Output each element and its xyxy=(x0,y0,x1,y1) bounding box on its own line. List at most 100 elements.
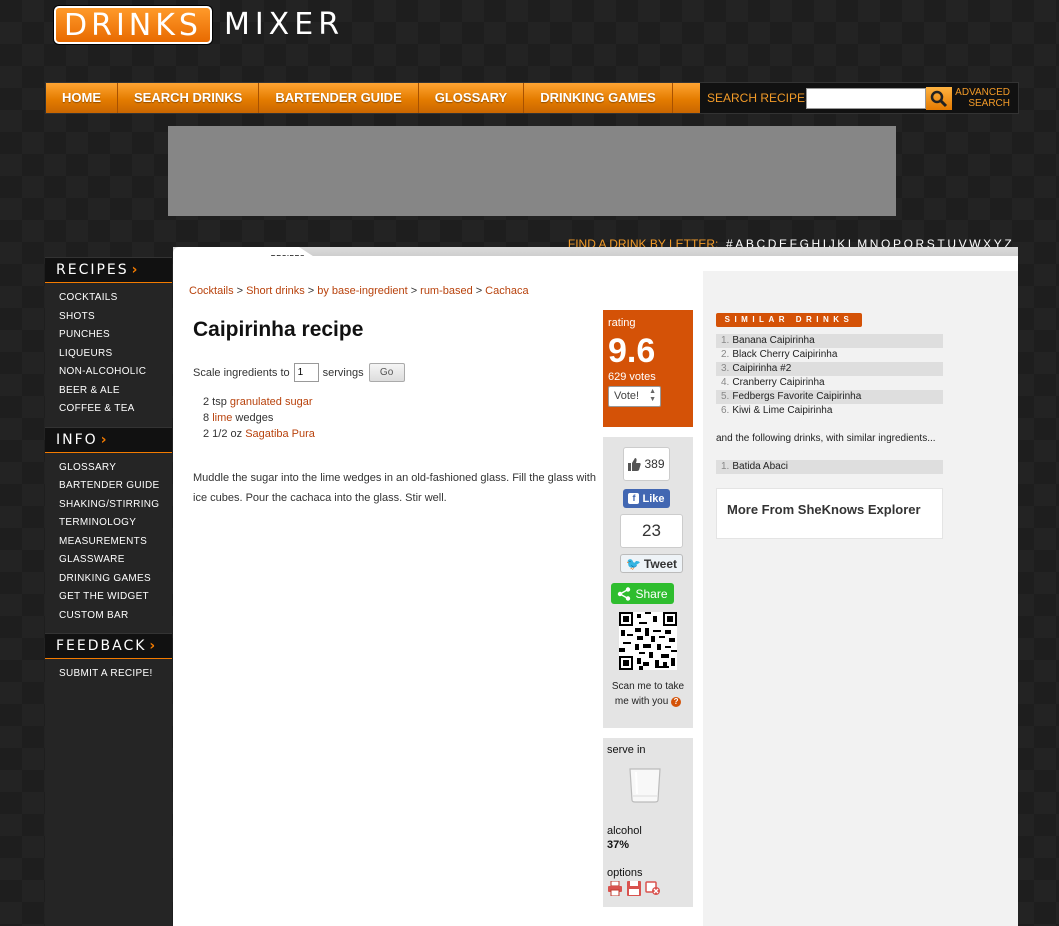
search-button[interactable] xyxy=(926,87,952,110)
ingredient-link[interactable]: Sagatiba Pura xyxy=(245,428,315,440)
facebook-like-button[interactable]: f Like xyxy=(623,489,670,508)
options-label: options xyxy=(607,867,643,879)
sidebar-item-shaking-stirring[interactable]: SHAKING/STIRRING xyxy=(59,496,172,515)
vote-count: 629 votes xyxy=(608,371,656,383)
options: options xyxy=(607,867,661,896)
sidebar-item-non-alcoholic[interactable]: NON-ALCOHOLIC xyxy=(59,363,172,382)
scale-suffix: servings xyxy=(322,366,364,379)
list-item[interactable]: 4. Cranberry Caipirinha xyxy=(716,376,943,390)
sidebar-item-terminology[interactable]: TERMINOLOGY xyxy=(59,514,172,533)
list-item[interactable]: 2. Black Cherry Caipirinha xyxy=(716,348,943,362)
print-icon[interactable] xyxy=(607,881,623,896)
logo-mixer: MIXER xyxy=(223,7,345,42)
serve-in-label: serve in xyxy=(607,744,646,756)
breadcrumb: Cocktails > Short drinks > by base-ingredien… xyxy=(189,285,529,297)
nav-item-glossary[interactable]: GLOSSARY xyxy=(419,83,525,113)
list-item[interactable]: 1. Banana Caipirinha xyxy=(716,334,943,348)
advanced-line2: SEARCH xyxy=(968,98,1010,109)
share-button[interactable]: Share xyxy=(611,583,674,604)
sidebar-item-glossary[interactable]: GLOSSARY xyxy=(59,459,172,478)
list-item[interactable]: 1. Batida Abaci xyxy=(716,460,943,474)
list-item-label: Banana Caipirinha xyxy=(732,335,815,346)
sidebar-item-coffee-tea[interactable]: COFFEE & TEA xyxy=(59,400,172,419)
sidebar-item-drinking-games[interactable]: DRINKING GAMES xyxy=(59,570,172,589)
save-icon[interactable] xyxy=(626,881,642,896)
list-item-number: 5. xyxy=(721,391,730,402)
serve-box: serve in alcohol 37% options xyxy=(603,738,693,907)
sidebar-heading-label: FEEDBACK xyxy=(56,638,147,654)
thumbs-up-icon xyxy=(628,457,642,471)
more-from-sheknows: More From SheKnows Explorer xyxy=(716,488,943,539)
logo-drinks: DRINKS xyxy=(54,6,212,44)
similar-drinks-heading: SIMILAR DRINKS xyxy=(716,313,862,327)
breadcrumb-base-ingredient[interactable]: by base-ingredient xyxy=(317,285,408,297)
ingredient-suffix: wedges xyxy=(235,412,274,424)
ingredient-amount: 2 1/2 oz xyxy=(203,428,243,440)
sidebar-list-recipes: COCKTAILS SHOTS PUNCHES LIQUEURS NON-ALCOHOL… xyxy=(45,283,172,427)
list-item-number: 3. xyxy=(721,363,730,374)
site-logo[interactable]: DRINKS MIXER xyxy=(54,6,344,44)
breadcrumb-cachaca[interactable]: Cachaca xyxy=(485,285,528,297)
twitter-bird-icon: 🐦 xyxy=(625,556,641,571)
sidebar: RECIPES › COCKTAILS SHOTS PUNCHES LIQUEURS NO… xyxy=(45,257,172,926)
tweet-label: Tweet xyxy=(643,556,678,571)
vote-select[interactable]: Vote! ▲ ▼ xyxy=(608,386,661,407)
sidebar-list-feedback: SUBMIT A RECIPE! xyxy=(45,659,172,692)
share-label: Share xyxy=(635,586,668,601)
nav-item-search-drinks[interactable]: SEARCH DRINKS xyxy=(118,83,260,113)
nav-item-bartender-guide[interactable]: BARTENDER GUIDE xyxy=(259,83,419,113)
list-item[interactable]: 3. Caipirinha #2 xyxy=(716,362,943,376)
similar-ingredients-note: and the following drinks, with similar i… xyxy=(716,433,936,444)
search-input[interactable] xyxy=(806,88,926,109)
sidebar-item-glassware[interactable]: GLASSWARE xyxy=(59,551,172,570)
sidebar-item-punches[interactable]: PUNCHES xyxy=(59,326,172,345)
tweet-count: 23 xyxy=(620,514,683,548)
qr-code-icon[interactable] xyxy=(619,612,677,670)
ingredient-link[interactable]: granulated sugar xyxy=(230,396,313,408)
similar-drinks-list: 1. Banana Caipirinha 2. Black Cherry Caipir… xyxy=(716,334,943,418)
sidebar-heading-label: RECIPES xyxy=(56,262,129,278)
nav-item-drinking-games[interactable]: DRINKING GAMES xyxy=(524,83,673,113)
sidebar-item-custom-bar[interactable]: CUSTOM BAR xyxy=(59,607,172,626)
sidebar-item-measurements[interactable]: MEASUREMENTS xyxy=(59,533,172,552)
nav-item-home[interactable]: HOME xyxy=(46,83,118,113)
list-item-number: 6. xyxy=(721,405,730,416)
rating-label: rating xyxy=(608,317,636,329)
nav-menu: HOME SEARCH DRINKS BARTENDER GUIDE GLOSS… xyxy=(46,83,700,113)
list-item-label: Cranberry Caipirinha xyxy=(732,377,825,388)
advanced-search-link[interactable]: ADVANCED SEARCH xyxy=(955,87,1010,109)
list-item-number: 1. xyxy=(721,335,730,346)
sidebar-item-cocktails[interactable]: COCKTAILS xyxy=(59,289,172,308)
sidebar-item-beer-ale[interactable]: BEER & ALE xyxy=(59,382,172,401)
sidebar-item-shots[interactable]: SHOTS xyxy=(59,308,172,327)
breadcrumb-short-drinks[interactable]: Short drinks xyxy=(246,285,305,297)
instructions: Muddle the sugar into the lime wedges in… xyxy=(193,472,596,504)
list-item-label: Kiwi & Lime Caipirinha xyxy=(732,405,833,416)
alcohol-info: alcohol 37% xyxy=(607,825,642,851)
rating-value: 9.6 xyxy=(608,332,656,370)
ingredient-link[interactable]: lime xyxy=(212,412,232,424)
list-item-number: 4. xyxy=(721,377,730,388)
remove-icon[interactable] xyxy=(645,881,661,896)
servings-input[interactable] xyxy=(293,363,319,382)
ingredient-item: 8 lime wedges xyxy=(203,410,315,426)
scan-text: Scan me to take me with you ? xyxy=(611,680,685,709)
help-icon[interactable]: ? xyxy=(671,696,682,707)
search-label: SEARCH RECIPES xyxy=(707,91,814,105)
breadcrumb-rum-based[interactable]: rum-based xyxy=(420,285,473,297)
ad-banner[interactable] xyxy=(168,126,896,216)
breadcrumb-cocktails[interactable]: Cocktails xyxy=(189,285,234,297)
social-box: 389 f Like 23 🐦 Tweet Share Scan me to tak… xyxy=(603,437,693,728)
go-button[interactable]: Go xyxy=(368,363,405,382)
main-nav: HOME SEARCH DRINKS BARTENDER GUIDE GLOSS… xyxy=(45,82,1019,114)
ingredient-list: 2 tsp granulated sugar 8 lime wedges 2 1… xyxy=(203,394,315,442)
list-item[interactable]: 6. Kiwi & Lime Caipirinha xyxy=(716,404,943,418)
sidebar-item-submit-a-recipe[interactable]: SUBMIT A RECIPE! xyxy=(59,665,172,684)
list-item[interactable]: 5. Fedbergs Favorite Caipirinha xyxy=(716,390,943,404)
facebook-like-label: Like xyxy=(642,492,665,505)
sidebar-item-bartender-guide[interactable]: BARTENDER GUIDE xyxy=(59,477,172,496)
sidebar-item-get-the-widget[interactable]: GET THE WIDGET xyxy=(59,588,172,607)
sidebar-item-liqueurs[interactable]: LIQUEURS xyxy=(59,345,172,364)
tweet-button[interactable]: 🐦 Tweet xyxy=(620,554,683,573)
vote-select-label: Vote! xyxy=(614,390,640,402)
